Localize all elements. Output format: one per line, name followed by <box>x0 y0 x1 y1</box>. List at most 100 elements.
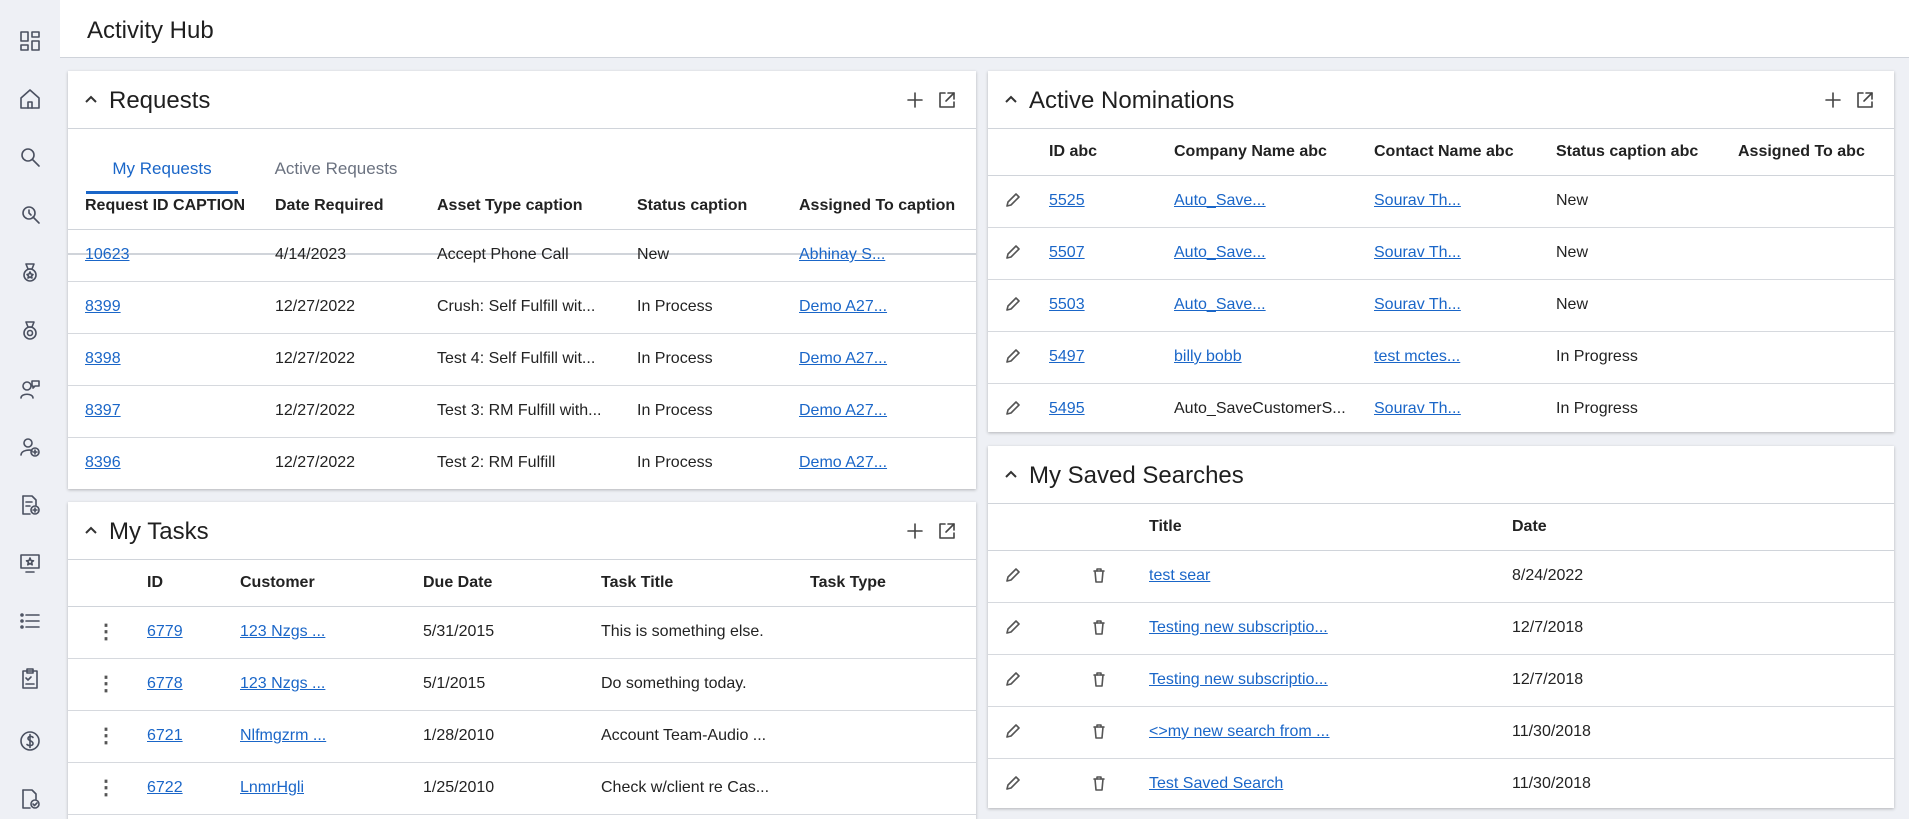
saved-search-link[interactable]: Testing new subscriptio... <box>1149 619 1328 636</box>
nomination-id-link[interactable]: 5503 <box>1049 296 1085 313</box>
column-header[interactable]: Customer <box>223 560 406 607</box>
saved-search-link[interactable]: Testing new subscriptio... <box>1149 671 1328 688</box>
company-link[interactable]: billy bobb <box>1174 348 1242 365</box>
column-header[interactable]: Asset Type caption <box>420 183 620 230</box>
nomination-id-link[interactable]: 5525 <box>1049 192 1085 209</box>
customer-link[interactable]: 123 Nzgs ... <box>240 623 325 640</box>
contact-link[interactable]: Sourav Th... <box>1374 296 1461 313</box>
document-add-icon[interactable] <box>15 490 45 520</box>
more-vertical-icon[interactable]: ⋮ <box>96 673 116 695</box>
assigned-cell <box>1721 279 1894 332</box>
column-header[interactable]: Due Date <box>406 560 584 607</box>
saved-search-link[interactable]: test sear <box>1149 567 1210 584</box>
customer-link[interactable]: 123 Nzgs ... <box>240 675 325 692</box>
edit-pencil-icon[interactable] <box>1002 293 1024 315</box>
edit-pencil-icon[interactable] <box>1002 397 1024 419</box>
contact-link[interactable]: Sourav Th... <box>1374 400 1461 417</box>
edit-pencil-icon[interactable] <box>1002 616 1024 638</box>
assigned-link[interactable]: Abhinay S... <box>799 246 885 263</box>
column-header[interactable]: Assigned To caption <box>782 183 976 230</box>
contact-link[interactable]: Sourav Th... <box>1374 244 1461 261</box>
company-link[interactable]: Auto_Save... <box>1174 244 1266 261</box>
task-title-cell: This is something else. <box>584 606 793 659</box>
dollar-icon[interactable] <box>15 726 45 756</box>
edit-pencil-icon[interactable] <box>1002 772 1024 794</box>
request-id-link[interactable]: 8399 <box>85 298 121 315</box>
dashboard-icon[interactable] <box>15 26 45 56</box>
open-external-icon[interactable] <box>936 520 958 542</box>
list-icon[interactable] <box>15 606 45 636</box>
request-id-link[interactable]: 8398 <box>85 350 121 367</box>
search-map-icon[interactable] <box>15 200 45 230</box>
trash-icon[interactable] <box>1088 720 1110 742</box>
edit-pencil-icon[interactable] <box>1002 241 1024 263</box>
search-icon[interactable] <box>15 142 45 172</box>
nomination-id-link[interactable]: 5497 <box>1049 348 1085 365</box>
task-id-link[interactable]: 6778 <box>147 675 183 692</box>
add-icon[interactable] <box>1822 89 1844 111</box>
saved-search-link[interactable]: <>my new search from ... <box>1149 723 1330 740</box>
request-id-link[interactable]: 8397 <box>85 402 121 419</box>
edit-pencil-icon[interactable] <box>1002 345 1024 367</box>
award-alt-icon[interactable] <box>15 316 45 346</box>
request-id-link[interactable]: 10623 <box>85 246 130 263</box>
assigned-link[interactable]: Demo A27... <box>799 402 887 419</box>
column-header[interactable]: ID abc <box>1034 129 1157 176</box>
trash-icon[interactable] <box>1088 668 1110 690</box>
contact-link[interactable]: Sourav Th... <box>1374 192 1461 209</box>
company-link[interactable]: Auto_Save... <box>1174 192 1266 209</box>
home-icon[interactable] <box>15 84 45 114</box>
customer-link[interactable]: LnmrHgli <box>240 779 304 796</box>
contact-link[interactable]: test mctes... <box>1374 348 1460 365</box>
edit-pencil-icon[interactable] <box>1002 668 1024 690</box>
column-header[interactable]: Task Type <box>793 560 976 607</box>
person-chat-icon[interactable] <box>15 374 45 404</box>
more-vertical-icon[interactable]: ⋮ <box>96 725 116 747</box>
collapse-chevron-icon[interactable] <box>1002 466 1020 484</box>
column-header[interactable]: Date Required <box>258 183 420 230</box>
add-icon[interactable] <box>904 89 926 111</box>
assigned-link[interactable]: Demo A27... <box>799 350 887 367</box>
nomination-id-link[interactable]: 5495 <box>1049 400 1085 417</box>
document-check-icon[interactable] <box>15 784 45 814</box>
collapse-chevron-icon[interactable] <box>82 522 100 540</box>
collapse-chevron-icon[interactable] <box>1002 91 1020 109</box>
task-id-link[interactable]: 6779 <box>147 623 183 640</box>
column-header[interactable]: ID <box>130 560 223 607</box>
task-id-link[interactable]: 6722 <box>147 779 183 796</box>
assigned-link[interactable]: Demo A27... <box>799 454 887 471</box>
saved-searches-panel-header: My Saved Searches <box>988 446 1894 504</box>
assigned-link[interactable]: Demo A27... <box>799 298 887 315</box>
more-vertical-icon[interactable]: ⋮ <box>96 621 116 643</box>
person-add-icon[interactable] <box>15 432 45 462</box>
clipboard-check-icon[interactable] <box>15 664 45 694</box>
add-icon[interactable] <box>904 520 926 542</box>
column-header[interactable]: Status caption <box>620 183 782 230</box>
company-link[interactable]: Auto_Save... <box>1174 296 1266 313</box>
saved-search-link[interactable]: Test Saved Search <box>1149 775 1283 792</box>
column-header[interactable]: Request ID CAPTION <box>68 183 258 230</box>
column-header[interactable]: Company Name abc <box>1157 129 1357 176</box>
request-id-link[interactable]: 8396 <box>85 454 121 471</box>
collapse-chevron-icon[interactable] <box>82 91 100 109</box>
column-header[interactable]: Contact Name abc <box>1357 129 1539 176</box>
more-vertical-icon[interactable]: ⋮ <box>96 777 116 799</box>
edit-pencil-icon[interactable] <box>1002 720 1024 742</box>
column-header[interactable]: Date <box>1495 504 1894 551</box>
trash-icon[interactable] <box>1088 564 1110 586</box>
open-external-icon[interactable] <box>1854 89 1876 111</box>
award-icon[interactable] <box>15 258 45 288</box>
nomination-id-link[interactable]: 5507 <box>1049 244 1085 261</box>
monitor-star-icon[interactable] <box>15 548 45 578</box>
column-header[interactable]: Title <box>1132 504 1495 551</box>
column-header[interactable]: Assigned To abc <box>1721 129 1894 176</box>
edit-pencil-icon[interactable] <box>1002 564 1024 586</box>
customer-link[interactable]: Nlfmgzrm ... <box>240 727 326 744</box>
column-header[interactable]: Task Title <box>584 560 793 607</box>
column-header[interactable]: Status caption abc <box>1539 129 1721 176</box>
edit-pencil-icon[interactable] <box>1002 189 1024 211</box>
trash-icon[interactable] <box>1088 772 1110 794</box>
trash-icon[interactable] <box>1088 616 1110 638</box>
open-external-icon[interactable] <box>936 89 958 111</box>
task-id-link[interactable]: 6721 <box>147 727 183 744</box>
